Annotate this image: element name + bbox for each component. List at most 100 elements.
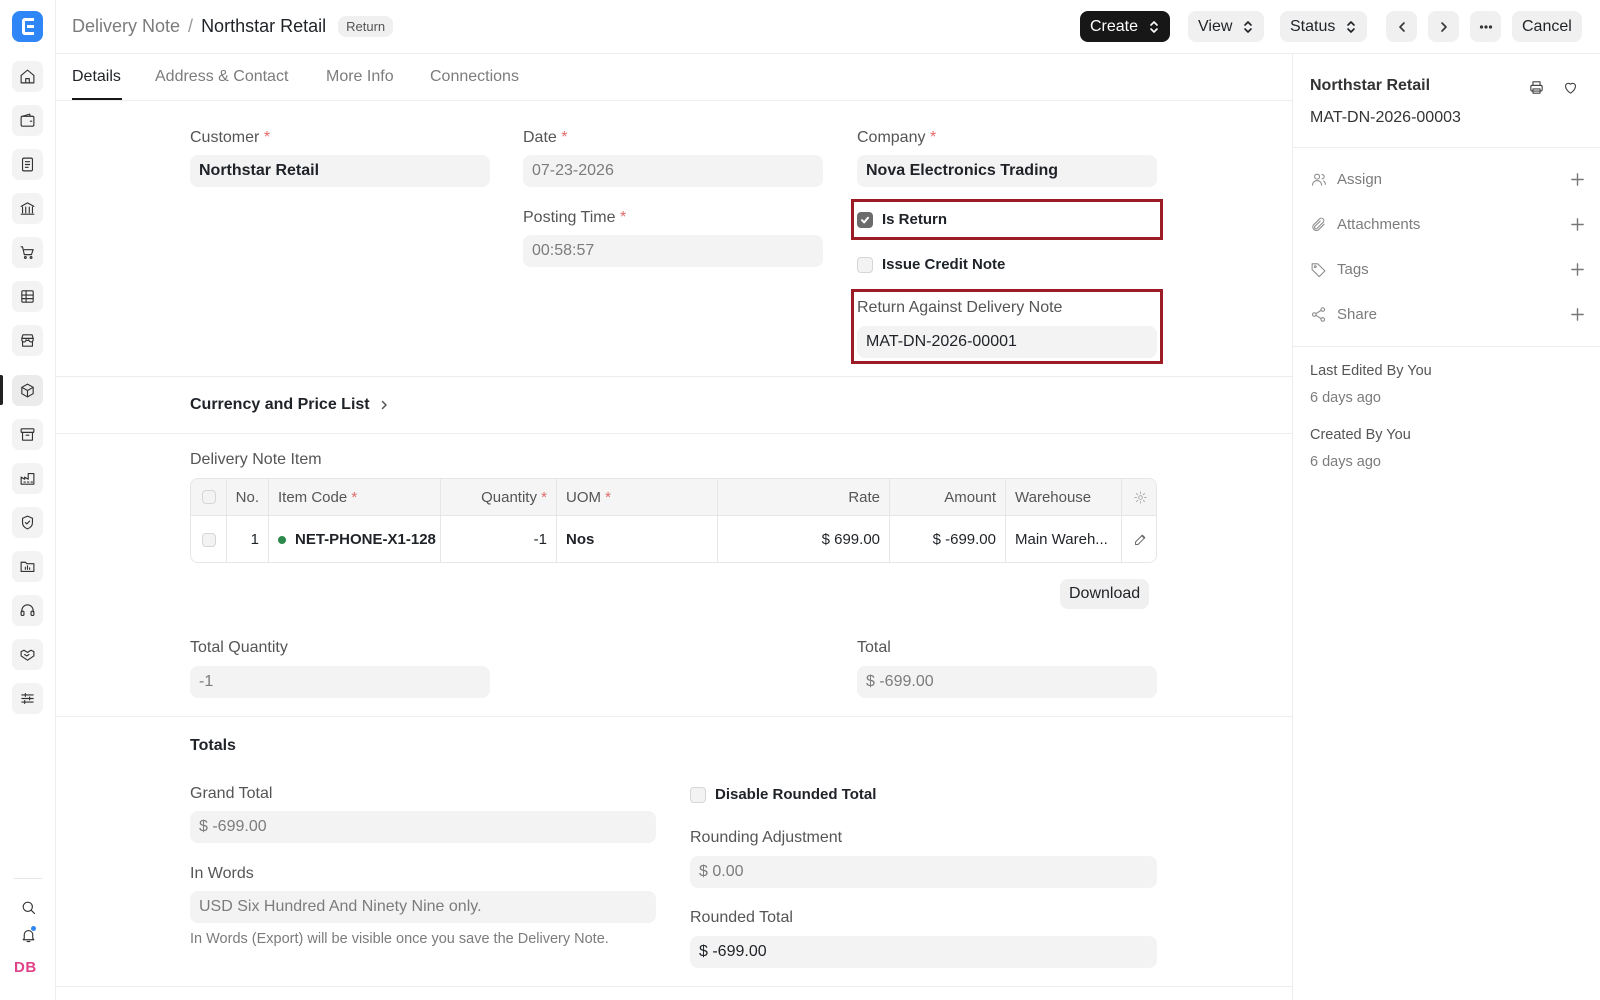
- like-button[interactable]: [1559, 76, 1581, 98]
- plus-icon[interactable]: [1570, 172, 1585, 187]
- rail-divider: [14, 878, 42, 879]
- search-icon[interactable]: [16, 895, 40, 919]
- issue-credit-note-checkbox[interactable]: Issue Credit Note: [857, 256, 1005, 273]
- company-field[interactable]: Nova Electronics Trading: [857, 155, 1157, 187]
- sidebar-divider: [1293, 147, 1600, 148]
- download-button[interactable]: Download: [1060, 579, 1150, 609]
- bank-icon[interactable]: [12, 193, 43, 224]
- view-button[interactable]: View: [1188, 11, 1265, 42]
- document-icon[interactable]: [12, 149, 43, 180]
- assign-row[interactable]: Assign: [1310, 167, 1585, 191]
- more-actions-button[interactable]: [1470, 11, 1501, 42]
- shield-icon[interactable]: [12, 507, 43, 538]
- home-icon[interactable]: [12, 61, 43, 92]
- disable-rounded-total-checkbox[interactable]: Disable Rounded Total: [690, 786, 876, 803]
- checkbox-unchecked-icon: [690, 786, 706, 803]
- folder-chart-icon[interactable]: [12, 551, 43, 582]
- column-header-rate: Rate: [718, 479, 890, 515]
- assign-label: Assign: [1337, 170, 1383, 188]
- column-header-amount: Amount: [890, 479, 1006, 515]
- plus-icon[interactable]: [1570, 262, 1585, 277]
- status-button[interactable]: Status: [1280, 11, 1368, 42]
- select-all-checkbox[interactable]: [191, 479, 227, 515]
- attachments-row[interactable]: Attachments: [1310, 212, 1585, 236]
- grand-total-field: $ -699.00: [190, 811, 656, 843]
- plus-icon[interactable]: [1570, 217, 1585, 232]
- disable-rounded-total-label: Disable Rounded Total: [715, 786, 877, 803]
- row-warehouse[interactable]: Main Wareh...: [1006, 516, 1122, 562]
- row-uom[interactable]: Nos: [557, 516, 718, 562]
- ellipsis-icon: [1479, 24, 1492, 29]
- created-text: Created By You: [1310, 427, 1411, 443]
- print-button[interactable]: [1525, 76, 1547, 98]
- total-label: Total: [857, 639, 891, 656]
- is-return-checkbox[interactable]: Is Return: [857, 211, 947, 228]
- currency-section-title: Currency and Price List: [190, 396, 370, 413]
- is-return-label: Is Return: [882, 211, 948, 228]
- headset-icon[interactable]: [12, 595, 43, 626]
- breadcrumb-doctype[interactable]: Delivery Note: [72, 16, 180, 37]
- row-quantity[interactable]: -1: [441, 516, 557, 562]
- currency-price-list-section-toggle[interactable]: Currency and Price List: [190, 396, 390, 414]
- status-button-label: Status: [1290, 17, 1336, 35]
- printer-icon: [1529, 80, 1543, 94]
- date-field[interactable]: 07-23-2026: [523, 155, 823, 187]
- grand-total-label: Grand Total: [190, 785, 273, 802]
- next-record-button[interactable]: [1428, 11, 1459, 42]
- chevron-updown-icon: [1347, 20, 1356, 33]
- store-icon[interactable]: [12, 325, 43, 356]
- table-row[interactable]: 1 NET-PHONE-X1-128 -1 Nos $ 699.00 $ -69…: [191, 516, 1156, 562]
- column-header-warehouse: Warehouse: [1006, 479, 1122, 515]
- customer-field[interactable]: Northstar Retail: [190, 155, 490, 187]
- section-divider: [56, 376, 1292, 377]
- cart-icon[interactable]: [12, 237, 43, 268]
- row-rate[interactable]: $ 699.00: [718, 516, 890, 562]
- plus-icon[interactable]: [1570, 307, 1585, 322]
- posting-time-field[interactable]: 00:58:57: [523, 235, 823, 267]
- row-item-code[interactable]: NET-PHONE-X1-128: [269, 516, 441, 562]
- user-avatar[interactable]: DB: [14, 959, 37, 976]
- create-button-label: Create: [1090, 17, 1139, 35]
- tags-row[interactable]: Tags: [1310, 257, 1585, 281]
- bell-icon[interactable]: [16, 923, 40, 947]
- page-header: Delivery Note / Northstar Retail Return …: [56, 0, 1600, 54]
- items-table-title: Delivery Note Item: [190, 451, 322, 468]
- factory-icon[interactable]: [12, 463, 43, 494]
- total-field: $ -699.00: [857, 666, 1157, 698]
- tab-address-contact[interactable]: Address & Contact: [155, 68, 288, 86]
- archive-icon[interactable]: [12, 419, 43, 450]
- return-against-field[interactable]: MAT-DN-2026-00001: [857, 326, 1157, 358]
- tab-more-info[interactable]: More Info: [326, 68, 394, 86]
- row-select-checkbox[interactable]: [191, 516, 227, 562]
- cancel-button[interactable]: Cancel: [1512, 11, 1582, 42]
- column-settings-button[interactable]: [1122, 479, 1156, 515]
- rounding-adjustment-field: $ 0.00: [690, 856, 1157, 888]
- breadcrumb: Delivery Note / Northstar Retail Return: [72, 16, 394, 37]
- tab-details[interactable]: Details: [72, 68, 121, 86]
- wallet-icon[interactable]: [12, 105, 43, 136]
- handshake-icon[interactable]: [12, 639, 43, 670]
- notification-dot: [30, 925, 37, 932]
- column-header-item-code: Item Code *: [269, 479, 441, 515]
- date-label: Date *: [523, 129, 568, 146]
- chevron-right-icon: [1440, 21, 1447, 32]
- settings-sliders-icon[interactable]: [12, 683, 43, 714]
- share-row[interactable]: Share: [1310, 302, 1585, 326]
- tab-connections[interactable]: Connections: [430, 68, 519, 86]
- row-edit-button[interactable]: [1122, 516, 1156, 562]
- table-icon[interactable]: [12, 281, 43, 312]
- section-divider: [56, 433, 1292, 434]
- paperclip-icon: [1310, 216, 1327, 233]
- previous-record-button[interactable]: [1386, 11, 1417, 42]
- section-divider: [56, 716, 1292, 717]
- stock-box-icon[interactable]: [12, 375, 43, 406]
- in-words-label: In Words: [190, 865, 254, 882]
- item-status-dot: [278, 535, 286, 544]
- share-icon: [1310, 306, 1327, 323]
- created-time: 6 days ago: [1310, 454, 1381, 470]
- total-quantity-field: -1: [190, 666, 490, 698]
- table-header: No. Item Code * Quantity * UOM * Rate Am…: [191, 479, 1156, 516]
- app-logo-icon[interactable]: [12, 11, 43, 42]
- create-button[interactable]: Create: [1080, 11, 1171, 42]
- row-no: 1: [227, 516, 269, 562]
